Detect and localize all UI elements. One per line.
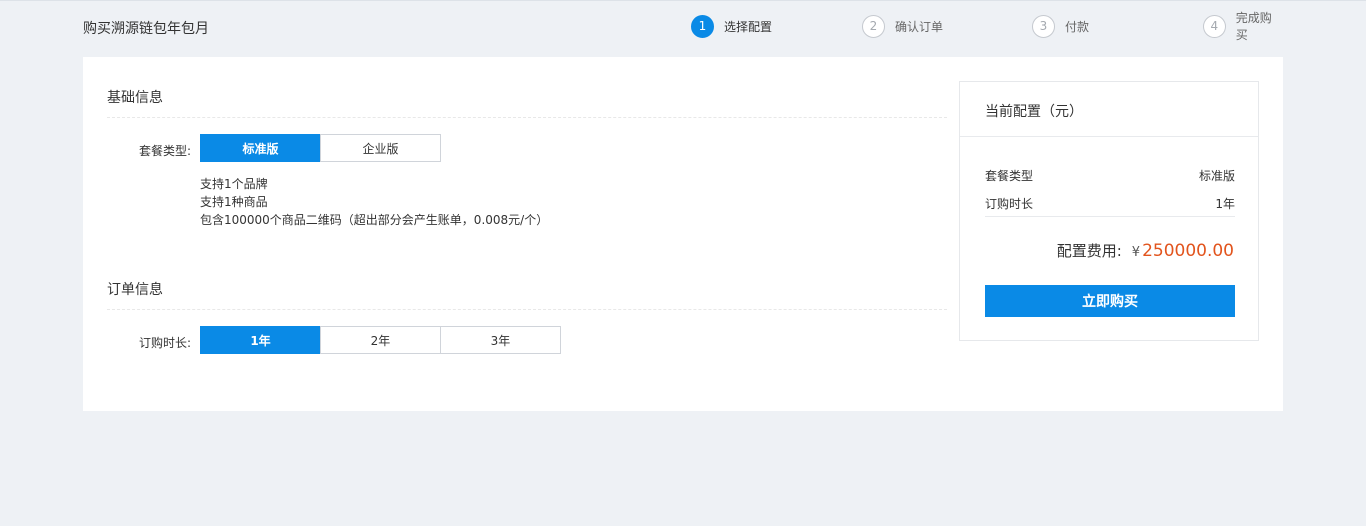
duration-selector: 1年 2年 3年	[200, 326, 561, 354]
summary-row-value: 1年	[1215, 197, 1235, 211]
summary-row-duration: 订购时长 1年	[985, 195, 1235, 212]
package-standard-button[interactable]: 标准版	[200, 134, 321, 162]
step-complete: 4 完成购买	[1203, 11, 1283, 42]
step-label: 选择配置	[724, 19, 773, 34]
page-header: 购买溯源链包年包月 1 选择配置 2 确认订单 3 付款 4 完成购买	[83, 1, 1283, 57]
current-config-panel: 当前配置（元） 套餐类型 标准版 订购时长 1年 配置费用: ¥ 250000.…	[959, 81, 1259, 341]
package-features: 支持1个品牌 支持1种商品 包含100000个商品二维码（超出部分会产生账单，0…	[200, 175, 548, 229]
feature-item: 支持1个品牌	[200, 177, 268, 191]
divider	[107, 117, 947, 118]
buy-now-button[interactable]: 立即购买	[985, 285, 1235, 317]
config-card: 基础信息 套餐类型: 标准版 企业版 支持1个品牌 支持1种商品 包含10000…	[83, 57, 1283, 411]
summary-row-label: 订购时长	[985, 197, 1034, 211]
divider	[960, 136, 1258, 137]
step-number: 2	[862, 14, 885, 38]
step-confirm-order: 2 确认订单	[862, 14, 943, 38]
config-fee: 配置费用: ¥ 250000.00	[1057, 240, 1234, 261]
page-title: 购买溯源链包年包月	[83, 21, 209, 37]
divider	[985, 216, 1235, 217]
package-type-selector: 标准版 企业版	[200, 134, 441, 162]
summary-row-package: 套餐类型 标准版	[985, 167, 1235, 184]
divider	[107, 309, 947, 310]
package-type-label: 套餐类型:	[139, 144, 192, 158]
order-info-title: 订单信息	[107, 282, 163, 298]
step-label: 完成购买	[1235, 11, 1272, 42]
step-number: 3	[1032, 14, 1055, 38]
step-number: 1	[691, 14, 714, 38]
summary-title: 当前配置（元）	[985, 104, 1083, 120]
currency-symbol: ¥	[1131, 245, 1141, 260]
step-payment: 3 付款	[1032, 14, 1089, 38]
duration-2y-button[interactable]: 2年	[320, 326, 441, 354]
step-number: 4	[1203, 14, 1226, 38]
summary-row-value: 标准版	[1198, 169, 1235, 183]
duration-1y-button[interactable]: 1年	[200, 326, 321, 354]
duration-label: 订购时长:	[139, 336, 192, 350]
step-label: 确认订单	[895, 19, 944, 34]
summary-row-label: 套餐类型	[985, 169, 1034, 183]
feature-item: 包含100000个商品二维码（超出部分会产生账单，0.008元/个）	[200, 213, 549, 227]
fee-value: 250000.00	[1142, 241, 1234, 261]
basic-info-title: 基础信息	[107, 90, 163, 106]
duration-3y-button[interactable]: 3年	[440, 326, 561, 354]
package-enterprise-button[interactable]: 企业版	[320, 134, 441, 162]
fee-label: 配置费用:	[1056, 242, 1122, 260]
step-label: 付款	[1065, 19, 1090, 34]
step-select-config: 1 选择配置	[691, 14, 772, 38]
feature-item: 支持1种商品	[200, 195, 268, 209]
